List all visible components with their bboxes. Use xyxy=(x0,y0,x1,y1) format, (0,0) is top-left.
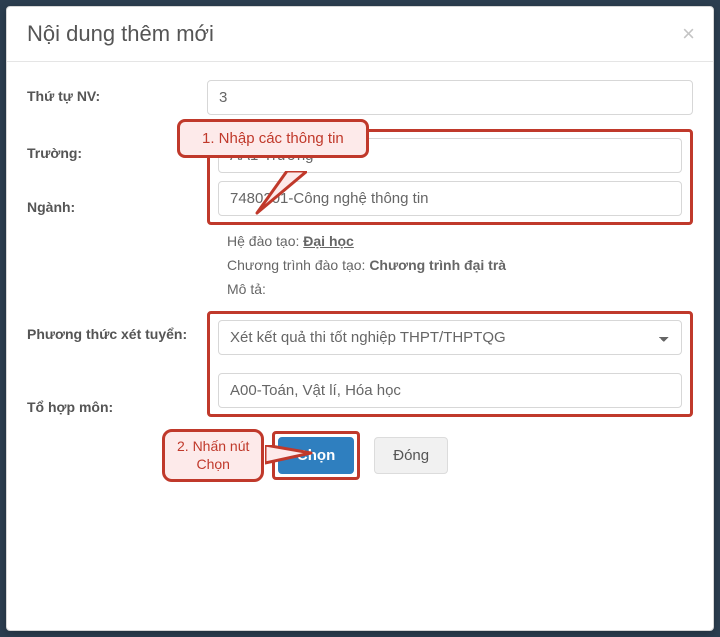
modal-add-new: Nội dung thêm mới × Thứ tự NV: 1. Nhập c… xyxy=(6,6,714,631)
he-dao-tao-value: Đại học xyxy=(303,233,354,249)
modal-header: Nội dung thêm mới × xyxy=(7,7,713,62)
button-row: 2. Nhấn nút Chọn Chọn Đóng xyxy=(27,431,693,480)
callout-step2: 2. Nhấn nút Chọn xyxy=(162,429,264,482)
close-icon[interactable]: × xyxy=(682,23,695,45)
callout1-tail-icon xyxy=(237,171,307,215)
redbox-group2: Xét kết quả thi tốt nghiệp THPT/THPTQG xyxy=(207,311,693,417)
btn-dong[interactable]: Đóng xyxy=(374,437,448,474)
row-thu-tu-nv: Thứ tự NV: xyxy=(27,80,693,115)
chuong-trinh-label: Chương trình đào tạo: xyxy=(227,257,369,273)
modal-body: Thứ tự NV: 1. Nhập các thông tin Trường:… xyxy=(7,62,713,630)
label-phuong-thuc: Phương thức xét tuyển: xyxy=(27,311,197,381)
label-to-hop-mon: Tổ hợp môn: xyxy=(27,381,197,415)
chuong-trinh-value: Chương trình đại trà xyxy=(369,257,506,273)
input-to-hop-mon[interactable] xyxy=(218,373,682,408)
callout-step1: 1. Nhập các thông tin xyxy=(177,119,369,158)
input-thu-tu-nv[interactable] xyxy=(207,80,693,115)
mo-ta-label: Mô tả: xyxy=(227,281,266,297)
info-block: Hệ đào tạo: Đại học Chương trình đào tạo… xyxy=(227,233,693,297)
he-dao-tao-label: Hệ đào tạo: xyxy=(227,233,303,249)
label-truong: Trường: xyxy=(27,129,197,185)
line-he-dao-tao: Hệ đào tạo: Đại học xyxy=(227,233,693,249)
label-nganh: Ngành: xyxy=(27,185,197,215)
line-chuong-trinh: Chương trình đào tạo: Chương trình đại t… xyxy=(227,257,693,273)
modal-title: Nội dung thêm mới xyxy=(27,21,214,47)
label-thu-tu-nv: Thứ tự NV: xyxy=(27,80,197,104)
line-mo-ta: Mô tả: xyxy=(227,281,693,297)
select-phuong-thuc[interactable]: Xét kết quả thi tốt nghiệp THPT/THPTQG xyxy=(218,320,682,355)
callout2-tail-icon xyxy=(265,445,313,467)
